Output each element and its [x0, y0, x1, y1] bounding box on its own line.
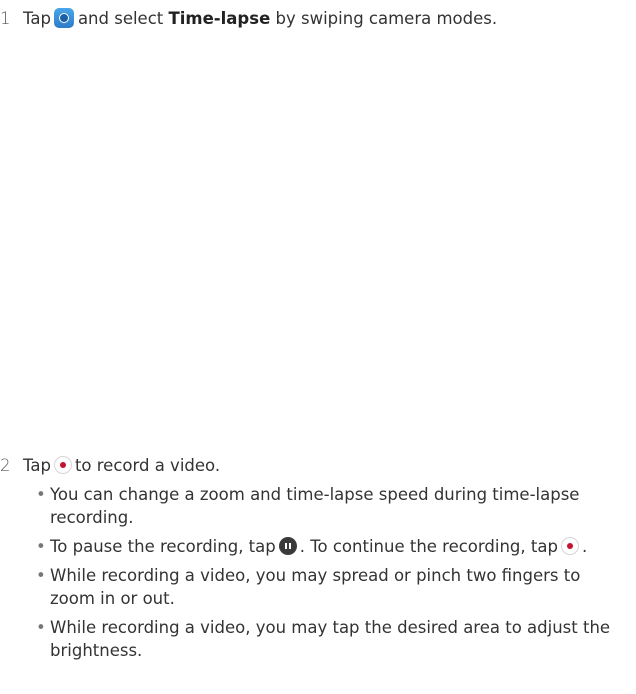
- step-text-tap: Tap: [23, 456, 51, 475]
- record-icon: [560, 536, 579, 555]
- list-item-text: While recording a video, you may tap the…: [50, 618, 611, 660]
- list-item: • You can change a zoom and time-lapse s…: [34, 483, 624, 529]
- bullet-dot: •: [36, 537, 46, 556]
- list-item-text-part1: To pause the recording, tap: [50, 537, 276, 556]
- list-item-text-part3: .: [581, 537, 588, 556]
- camera-app-icon: [53, 7, 74, 28]
- step-1: 1 Tap and select Time-lapse by swiping cam…: [0, 7, 497, 30]
- bullet-dot: •: [36, 485, 46, 504]
- bullet-dot: •: [36, 618, 46, 637]
- record-icon: [53, 455, 72, 474]
- list-item-text-part2: . To continue the recording, tap: [299, 537, 558, 556]
- step-text-and-select: and select: [77, 9, 164, 28]
- bullet-dot: •: [36, 566, 46, 585]
- list-item-text: While recording a video, you may spread …: [50, 566, 581, 608]
- list-item: • To pause the recording, tap . To contin…: [34, 535, 624, 558]
- tips-list: • You can change a zoom and time-lapse s…: [34, 483, 624, 668]
- step-text-tap: Tap: [23, 9, 51, 28]
- list-item: • While recording a video, you may tap t…: [34, 616, 624, 662]
- list-item: • While recording a video, you may sprea…: [34, 564, 624, 610]
- step-number: 1: [0, 9, 11, 28]
- step-text-rest: to record a video.: [74, 456, 221, 475]
- mode-name: Time-lapse: [168, 9, 271, 28]
- step-number: 2: [0, 456, 11, 475]
- list-item-text: You can change a zoom and time-lapse spe…: [50, 485, 580, 527]
- step-text-rest: by swiping camera modes.: [275, 9, 498, 28]
- pause-icon: [278, 536, 297, 555]
- step-2: 2 Tap to record a video.: [0, 454, 220, 477]
